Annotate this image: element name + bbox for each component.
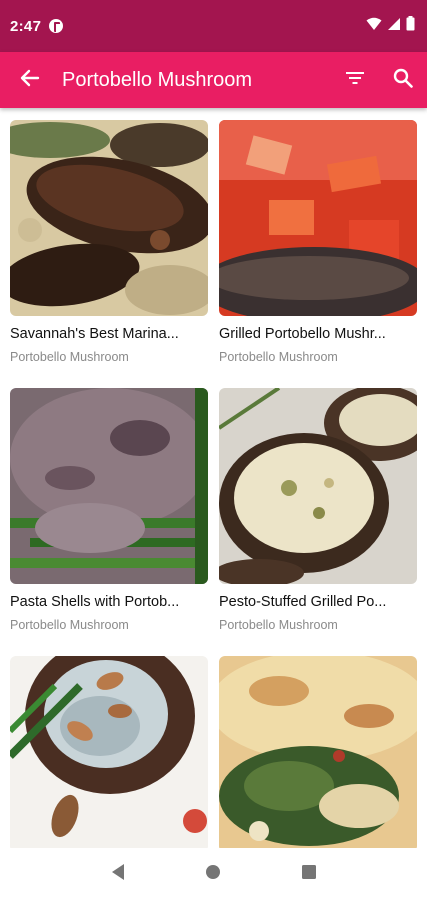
status-time: 2:47 xyxy=(10,17,42,35)
filter-button[interactable] xyxy=(331,52,379,108)
recipe-image xyxy=(10,388,208,584)
recipe-category: Portobello Mushroom xyxy=(10,618,129,632)
app-bar-actions xyxy=(331,52,427,108)
recipe-card[interactable]: Grilled Portobello Mushr... Portobello M… xyxy=(219,120,417,388)
recipe-image xyxy=(219,388,417,584)
recipe-category: Portobello Mushroom xyxy=(219,618,338,632)
nav-back-button[interactable] xyxy=(98,854,138,894)
nav-home-icon xyxy=(205,864,221,885)
recipe-image xyxy=(219,656,417,848)
battery-icon xyxy=(406,16,415,36)
status-bar: 2:47 xyxy=(0,0,427,52)
recipe-image xyxy=(10,656,208,848)
recipe-image xyxy=(219,120,417,316)
search-icon xyxy=(393,68,413,93)
search-button[interactable] xyxy=(379,52,427,108)
app-notification-icon xyxy=(49,19,64,33)
nav-recents-icon xyxy=(301,864,317,885)
nav-recents-button[interactable] xyxy=(289,854,329,894)
recipe-image xyxy=(10,120,208,316)
recipe-card[interactable]: Pesto-Stuffed Grilled Po... Portobello M… xyxy=(219,388,417,656)
signal-icon xyxy=(387,17,401,36)
filter-icon xyxy=(345,70,365,91)
recipe-title: Pesto-Stuffed Grilled Po... xyxy=(219,594,387,610)
recipe-category: Portobello Mushroom xyxy=(219,350,338,364)
recipe-grid: Savannah's Best Marina... Portobello Mus… xyxy=(0,108,427,848)
status-icons xyxy=(366,16,415,36)
system-nav-bar xyxy=(0,848,427,900)
back-button[interactable] xyxy=(0,52,60,108)
page-title: Portobello Mushroom xyxy=(62,68,253,91)
recipe-category: Portobello Mushroom xyxy=(10,350,129,364)
recipe-title: Savannah's Best Marina... xyxy=(10,326,179,342)
app-bar: Portobello Mushroom xyxy=(0,52,427,108)
recipe-card[interactable]: Savannah's Best Marina... Portobello Mus… xyxy=(10,120,208,388)
recipe-title: Grilled Portobello Mushr... xyxy=(219,326,386,342)
back-arrow-icon xyxy=(20,68,40,93)
nav-home-button[interactable] xyxy=(193,854,233,894)
nav-back-icon xyxy=(110,863,126,886)
recipe-title: Pasta Shells with Portob... xyxy=(10,594,180,610)
recipe-card[interactable] xyxy=(10,656,208,848)
recipe-card[interactable] xyxy=(219,656,417,848)
recipe-card[interactable]: Pasta Shells with Portob... Portobello M… xyxy=(10,388,208,656)
wifi-icon xyxy=(366,17,382,36)
